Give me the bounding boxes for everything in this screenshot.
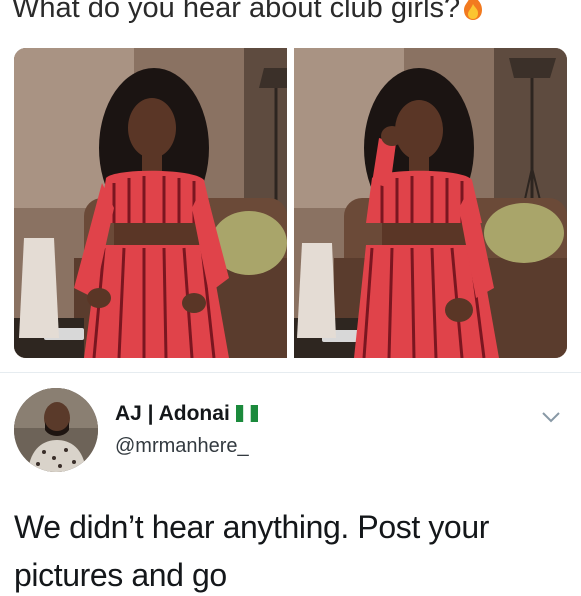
- avatar[interactable]: [14, 388, 98, 472]
- caption-text: What do you hear about club girls?: [12, 0, 461, 24]
- fire-icon: [460, 0, 486, 21]
- chevron-down-icon[interactable]: [541, 410, 561, 424]
- tweet-text: We didn’t hear anything. Post your pictu…: [14, 509, 489, 593]
- avatar-image: [14, 388, 98, 472]
- display-name-text: AJ | Adonai: [115, 402, 230, 425]
- nigeria-flag-icon: [235, 404, 258, 422]
- user-handle[interactable]: @mrmanhere_: [115, 435, 249, 458]
- photo-left[interactable]: [14, 48, 287, 358]
- woman-photo-right: [294, 48, 567, 358]
- tweet-header: AJ | Adonai @mrmanhere_: [14, 388, 567, 478]
- photo-right[interactable]: [294, 48, 567, 358]
- woman-photo-left: [14, 48, 287, 358]
- divider: [0, 372, 581, 373]
- photo-grid: [14, 48, 567, 358]
- display-name[interactable]: AJ | Adonai: [115, 402, 258, 426]
- meme-caption: What do you hear about club girls?: [12, 0, 572, 26]
